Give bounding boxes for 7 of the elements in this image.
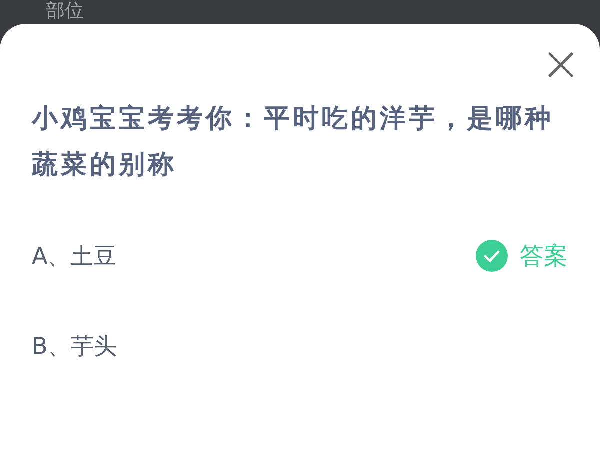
question-text: 小鸡宝宝考考你：平时吃的洋芋，是哪种蔬菜的别称: [32, 103, 555, 182]
close-button[interactable]: [548, 52, 574, 78]
answer-option[interactable]: B、芋头: [32, 330, 117, 362]
check-icon: [476, 240, 508, 272]
answer-option[interactable]: A、土豆: [32, 240, 117, 272]
background-heading: 部位: [46, 0, 84, 22]
answer-label: 答案: [520, 241, 568, 272]
